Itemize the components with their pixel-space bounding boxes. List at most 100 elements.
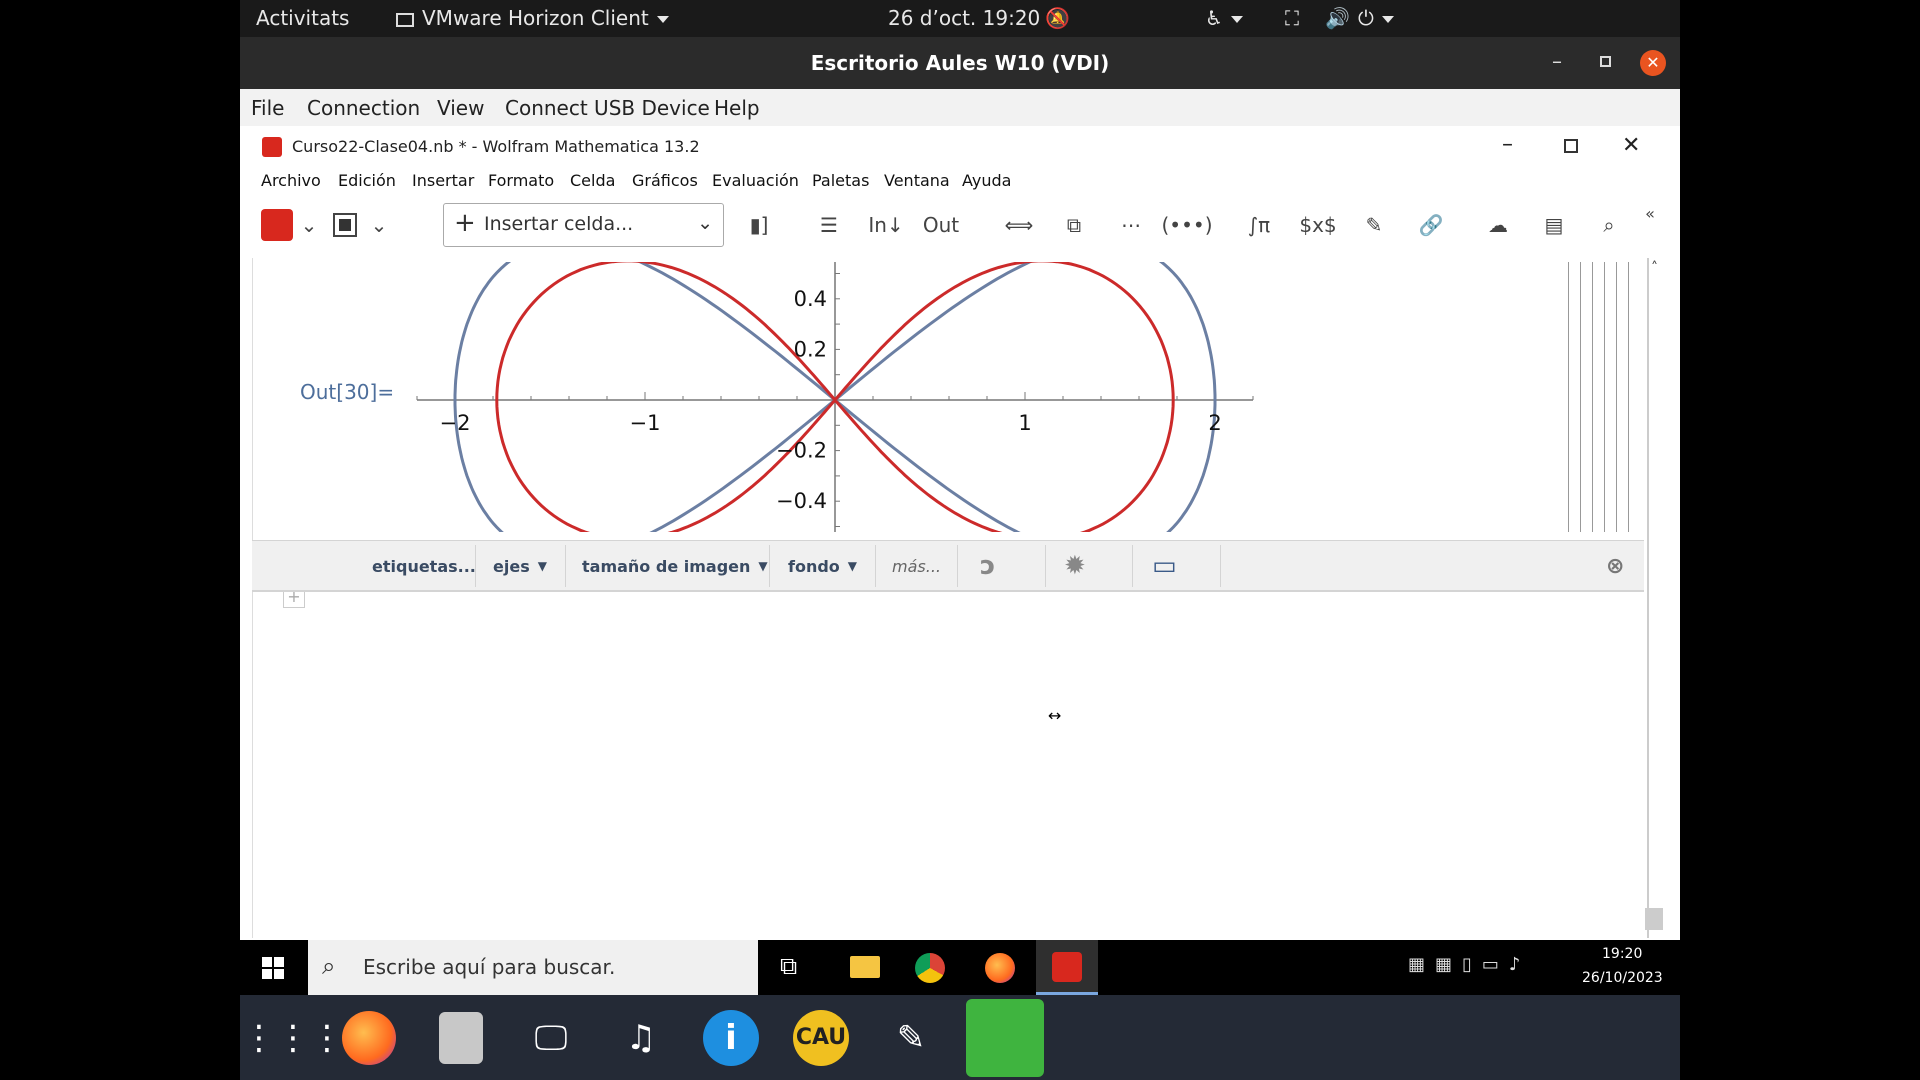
suggest-image-size-button[interactable]: tamaño de imagen ▼ xyxy=(582,541,768,591)
input-icon[interactable]: In↓ xyxy=(868,210,903,240)
gnome-top-bar: Activitats VMware Horizon Client 26 d’oc… xyxy=(240,0,1680,37)
menu-ayuda[interactable]: Ayuda xyxy=(962,171,1011,190)
insert-cell-dropdown[interactable]: + Insertar celda... ⌄ xyxy=(443,203,724,247)
mathematica-logo-icon xyxy=(262,137,282,157)
caret-down-icon: ▼ xyxy=(537,559,547,573)
maximize-button[interactable] xyxy=(1564,139,1578,153)
accessibility-icon[interactable]: ♿ xyxy=(1205,6,1243,30)
suggest-background-button[interactable]: fondo ▼ xyxy=(788,541,857,591)
vmware-title: Escritorio Aules W10 (VDI) xyxy=(810,51,1110,75)
suggest-more-button[interactable]: más... xyxy=(892,541,941,591)
music-icon[interactable]: ♫ xyxy=(610,1007,672,1069)
info-icon[interactable]: i xyxy=(700,1007,762,1069)
mouse-cursor-icon: ↔ xyxy=(1048,706,1062,725)
evaluate-icon[interactable] xyxy=(260,209,294,241)
y-tick-label: −0.4 xyxy=(776,489,827,513)
menu-evaluacion[interactable]: Evaluación xyxy=(712,171,799,190)
file-explorer-icon[interactable] xyxy=(850,956,880,978)
cell-bracket-icon[interactable]: ▮] xyxy=(742,210,776,240)
chevron-down-icon[interactable]: ⌄ xyxy=(362,210,396,240)
link-icon[interactable]: 🔗 xyxy=(1414,210,1448,240)
menu-paletas[interactable]: Paletas xyxy=(812,171,869,190)
ellipsis-icon[interactable]: ⋯ xyxy=(1114,210,1148,240)
taskbar-date[interactable]: 26/10/2023 xyxy=(1582,970,1663,986)
menu-archivo[interactable]: Archivo xyxy=(261,171,321,190)
close-button[interactable]: ✕ xyxy=(1640,50,1666,76)
monitor-icon xyxy=(396,12,414,27)
close-button[interactable]: ✕ xyxy=(1622,133,1640,158)
close-suggestions-icon[interactable]: ⊗ xyxy=(1606,541,1624,591)
remote-desktop-icon[interactable]: 🖵 xyxy=(520,1007,582,1069)
menu-file[interactable]: File xyxy=(251,96,284,120)
search-placeholder: Escribe aquí para buscar. xyxy=(363,955,616,979)
menu-connect-usb[interactable]: Connect USB Device xyxy=(505,96,710,120)
mathematica-taskbar-icon[interactable] xyxy=(1036,940,1098,995)
maximize-button[interactable] xyxy=(1600,56,1611,67)
pen-icon[interactable]: ✎ xyxy=(1357,210,1391,240)
clock[interactable]: 26 d’oct. 19:20 xyxy=(888,6,1040,30)
scroll-thumb[interactable] xyxy=(1645,908,1663,930)
notebook-icon[interactable]: ▤ xyxy=(1537,210,1571,240)
editor-icon[interactable]: ✎ xyxy=(880,1007,942,1069)
tray-icons[interactable]: ▦▦▯▭♪ xyxy=(1408,954,1530,975)
minimize-button[interactable]: – xyxy=(1552,49,1562,73)
vmware-menubar: File Connection View Connect USB Device … xyxy=(240,89,1680,126)
tex-icon[interactable]: $x$ xyxy=(1299,210,1336,240)
chat-icon[interactable]: ▭ xyxy=(1152,541,1177,591)
group-cells-icon[interactable]: ☰ xyxy=(812,210,846,240)
menu-formato[interactable]: Formato xyxy=(488,171,554,190)
menu-graficos[interactable]: Gráficos xyxy=(632,171,698,190)
lemniscate-plot[interactable]: −2−1120.60.40.2−0.2−0.4−0.6 xyxy=(395,262,1265,532)
stack-icon[interactable]: ⧉ xyxy=(1057,210,1091,240)
plus-icon: + xyxy=(454,208,476,238)
task-view-icon[interactable]: ⧉ xyxy=(780,952,797,980)
vmware-horizon-icon[interactable] xyxy=(966,999,1044,1077)
scroll-up-icon[interactable]: ˄ xyxy=(1651,260,1658,276)
stop-icon[interactable] xyxy=(328,210,362,240)
scrollbar[interactable] xyxy=(1647,258,1649,938)
suggest-axes-button[interactable]: ejes ▼ xyxy=(493,541,547,591)
app-menu[interactable]: VMware Horizon Client xyxy=(396,6,669,30)
window-title: Curso22-Clase04.nb * - Wolfram Mathemati… xyxy=(292,137,700,156)
cell-brackets[interactable] xyxy=(1563,262,1633,532)
notifications-off-icon: 🔕 xyxy=(1045,6,1070,30)
disk-icon[interactable] xyxy=(430,1007,492,1069)
menu-view[interactable]: View xyxy=(437,96,484,120)
volume-icon[interactable]: 🔊 xyxy=(1325,6,1350,30)
suggest-axes-label: ejes xyxy=(493,556,530,576)
activities-button[interactable]: Activitats xyxy=(256,6,349,30)
app-grid-icon[interactable]: ⋮⋮⋮ xyxy=(242,1007,344,1069)
firefox-icon[interactable] xyxy=(985,953,1015,983)
ubuntu-dock: ⋮⋮⋮ 🖵 ♫ i CAU ✎ xyxy=(240,995,1680,1080)
taskbar-time[interactable]: 19:20 xyxy=(1602,946,1642,962)
menu-edicion[interactable]: Edición xyxy=(338,171,396,190)
menu-connection[interactable]: Connection xyxy=(307,96,420,120)
suggest-labels-button[interactable]: etiquetas... xyxy=(372,541,476,591)
x-tick-label: 1 xyxy=(1018,411,1031,435)
math-symbols-icon[interactable]: ∫π xyxy=(1242,210,1276,240)
output-icon[interactable]: Out xyxy=(923,210,959,240)
menu-celda[interactable]: Celda xyxy=(570,171,615,190)
chrome-icon[interactable] xyxy=(915,953,945,983)
suggest-background-label: fondo xyxy=(788,556,840,576)
search-icon[interactable]: ⌕ xyxy=(1592,210,1626,240)
taskbar-search[interactable]: ⌕ Escribe aquí para buscar. xyxy=(308,940,758,995)
minimize-button[interactable]: – xyxy=(1502,132,1513,157)
cau-icon[interactable]: CAU xyxy=(790,1007,852,1069)
menu-insertar[interactable]: Insertar xyxy=(412,171,474,190)
spiral-icon[interactable]: ↄ xyxy=(980,541,995,591)
windows-start-icon[interactable] xyxy=(262,957,284,979)
vmware-titlebar: Escritorio Aules W10 (VDI) – ✕ xyxy=(240,37,1680,89)
cloud-upload-icon[interactable]: ☁ xyxy=(1481,210,1515,240)
network-icon[interactable]: ⛶ xyxy=(1285,6,1299,30)
power-icon[interactable]: ⏻ xyxy=(1358,6,1394,30)
firefox-icon[interactable] xyxy=(338,1007,400,1069)
iconize-icon[interactable]: (•••) xyxy=(1162,210,1213,240)
menu-ventana[interactable]: Ventana xyxy=(884,171,950,190)
menu-help[interactable]: Help xyxy=(714,96,760,120)
split-icon[interactable]: ⟺ xyxy=(1002,210,1036,240)
x-tick-label: −2 xyxy=(440,411,471,435)
collapse-icon[interactable]: « xyxy=(1633,198,1667,228)
chevron-down-icon[interactable]: ⌄ xyxy=(292,210,326,240)
gear-icon[interactable]: ✹ xyxy=(1064,541,1086,591)
